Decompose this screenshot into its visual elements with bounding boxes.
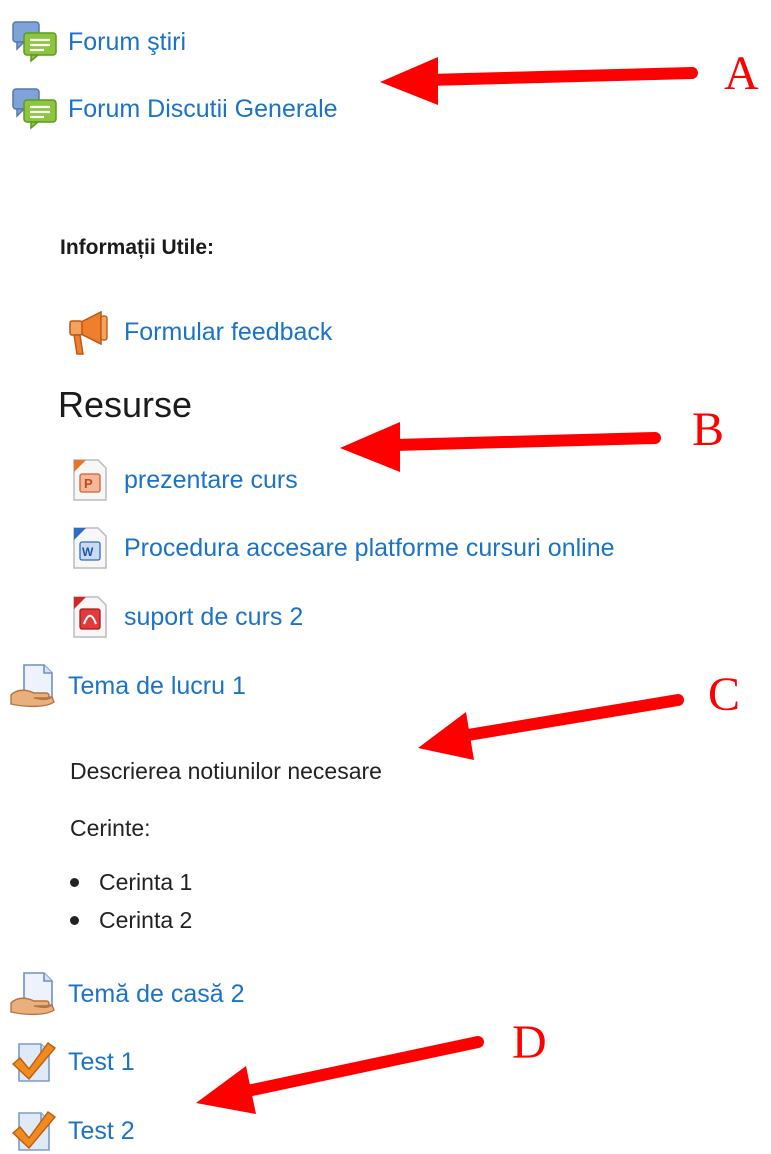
arrow-b <box>340 422 661 472</box>
annotation-letter-a: A <box>724 47 759 100</box>
annotation-overlay <box>196 57 698 1114</box>
annotation-letter-c: C <box>708 668 741 721</box>
arrow-d <box>196 1036 484 1114</box>
arrow-a <box>380 57 698 105</box>
annotation-letter-b: B <box>692 403 725 456</box>
arrow-c <box>418 694 684 760</box>
annotation-letter-d: D <box>512 1016 547 1069</box>
